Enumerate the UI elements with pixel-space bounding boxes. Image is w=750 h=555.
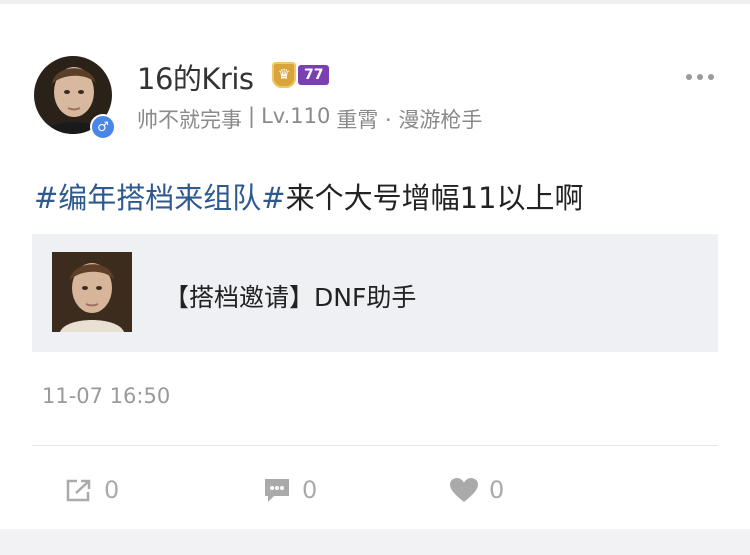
- comment-button[interactable]: 0: [262, 472, 317, 508]
- bottom-separator: [0, 529, 750, 555]
- like-button[interactable]: 0: [449, 472, 504, 508]
- user-signature: 帅不就完事: [137, 108, 242, 132]
- user-server-class: 重霄 · 漫游枪手: [336, 108, 483, 132]
- username[interactable]: 16的Kris: [137, 56, 254, 98]
- more-horizontal-icon[interactable]: [686, 74, 716, 84]
- heart-icon: [450, 478, 478, 502]
- comment-icon: [265, 479, 289, 502]
- user-meta: 帅不就完事 | Lv.110 重霄 · 漫游枪手: [137, 104, 482, 134]
- post-card: ♂ 16的Kris ♛ 77 帅不就完事 | Lv.110 重霄 · 漫游枪手 …: [0, 4, 750, 529]
- topic-tag[interactable]: #编年搭档来组队#: [34, 181, 286, 215]
- male-icon: ♂: [90, 114, 116, 140]
- share-card[interactable]: 【搭档邀请】DNF助手: [32, 234, 718, 352]
- share-icon: [66, 479, 91, 502]
- vip-shield-icon: ♛: [272, 62, 296, 88]
- post-body: 来个大号增幅11以上啊: [285, 181, 584, 215]
- meta-separator: |: [248, 104, 256, 128]
- divider: [32, 445, 718, 446]
- post-timestamp: 11-07 16:50: [42, 384, 171, 408]
- post-content: #编年搭档来组队#来个大号增幅11以上啊: [34, 175, 584, 217]
- share-card-title: 【搭档邀请】DNF助手: [164, 283, 417, 312]
- vip-level: 77: [298, 65, 330, 85]
- comment-count: 0: [302, 476, 318, 504]
- like-count: 0: [489, 476, 505, 504]
- repost-count: 0: [104, 476, 120, 504]
- card-thumbnail: [52, 252, 132, 332]
- user-level: Lv.110: [261, 104, 331, 128]
- repost-button[interactable]: 0: [64, 472, 119, 508]
- vip-badge: ♛ 77: [272, 62, 330, 88]
